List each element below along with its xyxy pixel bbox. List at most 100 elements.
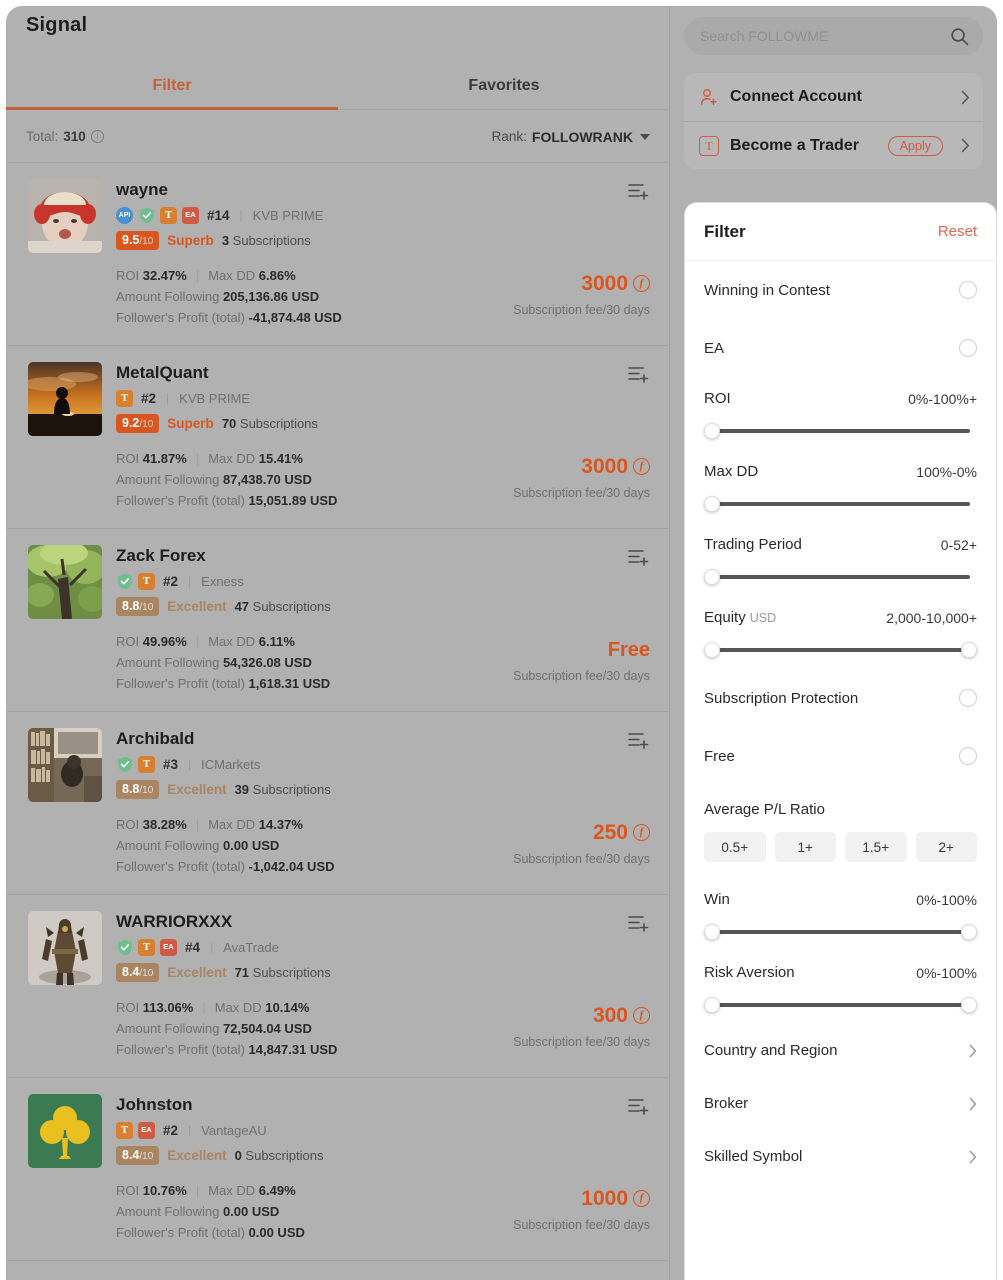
trader-card[interactable]: WARRIORXXX T EA #4 | AvaTrade 8.4/10 Exce… (6, 895, 670, 1078)
trader-name[interactable]: Zack Forex (116, 546, 650, 566)
slider-thumb-min[interactable] (704, 569, 720, 585)
trader-card[interactable]: wayne API T EA #14 | KVB PRIME 9.5/10 Sup… (6, 163, 670, 346)
filter-nav-0[interactable]: Country and Region (704, 1024, 977, 1077)
filter-nav-label: Country and Region (704, 1042, 838, 1059)
broker-name: KVB PRIME (179, 390, 250, 406)
slider-thumb-min[interactable] (704, 423, 720, 439)
trader-badge-icon: T (116, 1121, 133, 1139)
tab-favorites[interactable]: Favorites (338, 62, 670, 109)
pl-ratio-option-2[interactable]: 1.5+ (845, 832, 907, 862)
avatar[interactable] (28, 545, 102, 619)
trader-card[interactable]: MetalQuant T #2 | KVB PRIME 9.2/10 Super… (6, 346, 670, 529)
trader-badge-row: T #2 | Exness (116, 572, 650, 590)
subscriptions-count: 71 Subscriptions (234, 964, 331, 980)
ea-badge-icon: EA (138, 1121, 155, 1139)
slider-thumb-max[interactable] (961, 997, 977, 1013)
radio-button[interactable] (959, 339, 977, 357)
add-to-list-icon[interactable] (626, 181, 650, 203)
filter-panel-header: Filter Reset (685, 203, 996, 261)
range-slider[interactable] (704, 496, 977, 512)
trader-name[interactable]: MetalQuant (116, 363, 650, 383)
avatar[interactable] (28, 1094, 102, 1168)
filter-nav-1[interactable]: Broker (704, 1077, 977, 1130)
info-icon[interactable]: i (90, 130, 104, 143)
trader-card[interactable]: Johnston T EA #2 | VantageAU 8.4/10 Excel… (6, 1078, 670, 1261)
filter-toggle-top-1[interactable]: EA (704, 319, 977, 377)
filter-nav-2[interactable]: Skilled Symbol (704, 1130, 977, 1183)
chevron-right-icon (969, 1150, 977, 1164)
become-trader-row[interactable]: T Become a Trader Apply (684, 121, 983, 169)
tab-bar: Filter Favorites (6, 62, 670, 110)
filter-panel-title: Filter (704, 221, 746, 241)
filter-toggle-label: EA (704, 339, 725, 357)
pl-ratio-option-0[interactable]: 0.5+ (704, 832, 766, 862)
slider-thumb-min[interactable] (704, 642, 720, 658)
slider-thumb-min[interactable] (704, 997, 720, 1013)
add-to-list-icon[interactable] (626, 1096, 650, 1118)
add-to-list-icon[interactable] (626, 547, 650, 569)
divider: | (239, 208, 243, 223)
filter-slider-bot-0: Win 0%-100% (704, 878, 977, 951)
coin-icon: f (633, 458, 650, 475)
pl-ratio-option-1[interactable]: 1+ (774, 832, 836, 862)
trader-card[interactable]: Zack Forex T #2 | Exness 8.8/10 Excellen… (6, 529, 670, 712)
trader-name[interactable]: Archibald (116, 729, 650, 749)
add-to-list-icon[interactable] (626, 730, 650, 752)
filter-toggle-label: Free (704, 747, 735, 765)
divider: | (210, 940, 214, 955)
reset-button[interactable]: Reset (938, 223, 977, 240)
add-to-list-icon[interactable] (626, 364, 650, 386)
chevron-right-icon (969, 1097, 977, 1111)
fee-caption: Subscription fee/30 days (513, 669, 650, 683)
slider-thumb-max[interactable] (961, 924, 977, 940)
slider-thumb-min[interactable] (704, 496, 720, 512)
filter-toggle-mid-1[interactable]: Free (704, 727, 977, 785)
filter-toggle-top-0[interactable]: Winning in Contest (704, 261, 977, 319)
total-label: Total: (26, 129, 59, 144)
slider-header: Trading Period 0-52+ (704, 536, 977, 553)
verified-shield-icon (116, 756, 133, 773)
trader-score-row: 8.4/10 Excellent 71 Subscriptions (116, 962, 650, 982)
slider-thumb-min[interactable] (704, 924, 720, 940)
slider-label: Equity USD (704, 609, 777, 626)
trader-badge-row: T EA #2 | VantageAU (116, 1121, 650, 1139)
ea-badge-icon: EA (182, 206, 199, 224)
avatar[interactable] (28, 911, 102, 985)
pl-ratio-option-3[interactable]: 2+ (915, 832, 977, 862)
trader-rank: #2 (163, 1122, 179, 1138)
search-input[interactable]: Search FOLLOWME (684, 17, 983, 55)
tab-filter[interactable]: Filter (6, 62, 338, 110)
add-to-list-icon[interactable] (626, 913, 650, 935)
divider: | (188, 1123, 192, 1138)
avatar[interactable] (28, 728, 102, 802)
trader-badge-icon: T (160, 206, 177, 224)
fee-value: 3000 (581, 272, 628, 295)
range-slider[interactable] (704, 924, 977, 940)
range-slider[interactable] (704, 642, 977, 658)
subscription-fee-block: 250 f Subscription fee/30 days (513, 822, 650, 866)
trader-name[interactable]: wayne (116, 180, 650, 200)
slider-label: Max DD (704, 463, 759, 480)
ea-badge-icon: EA (160, 938, 177, 956)
rank-dropdown[interactable]: Rank: FOLLOWRANK (492, 129, 650, 145)
radio-button[interactable] (959, 747, 977, 765)
connect-account-row[interactable]: Connect Account (684, 73, 983, 121)
slider-thumb-max[interactable] (961, 642, 977, 658)
radio-button[interactable] (959, 689, 977, 707)
avatar[interactable] (28, 179, 102, 253)
search-icon[interactable] (950, 27, 969, 46)
trader-score-row: 8.8/10 Excellent 47 Subscriptions (116, 596, 650, 616)
radio-button[interactable] (959, 281, 977, 299)
apply-button[interactable]: Apply (887, 135, 943, 156)
range-slider[interactable] (704, 423, 977, 439)
trader-card[interactable]: Archibald T #3 | ICMarkets 8.8/10 Excell… (6, 712, 670, 895)
trader-name[interactable]: Johnston (116, 1095, 650, 1115)
slider-label: Trading Period (704, 536, 802, 553)
range-slider[interactable] (704, 997, 977, 1013)
trader-card-list[interactable]: wayne API T EA #14 | KVB PRIME 9.5/10 Sup… (6, 163, 670, 1280)
range-slider[interactable] (704, 569, 977, 585)
filter-panel-body: Winning in Contest EA ROI 0%-100%+ Max D… (685, 261, 996, 1183)
avatar[interactable] (28, 362, 102, 436)
trader-name[interactable]: WARRIORXXX (116, 912, 650, 932)
filter-toggle-mid-0[interactable]: Subscription Protection (704, 669, 977, 727)
